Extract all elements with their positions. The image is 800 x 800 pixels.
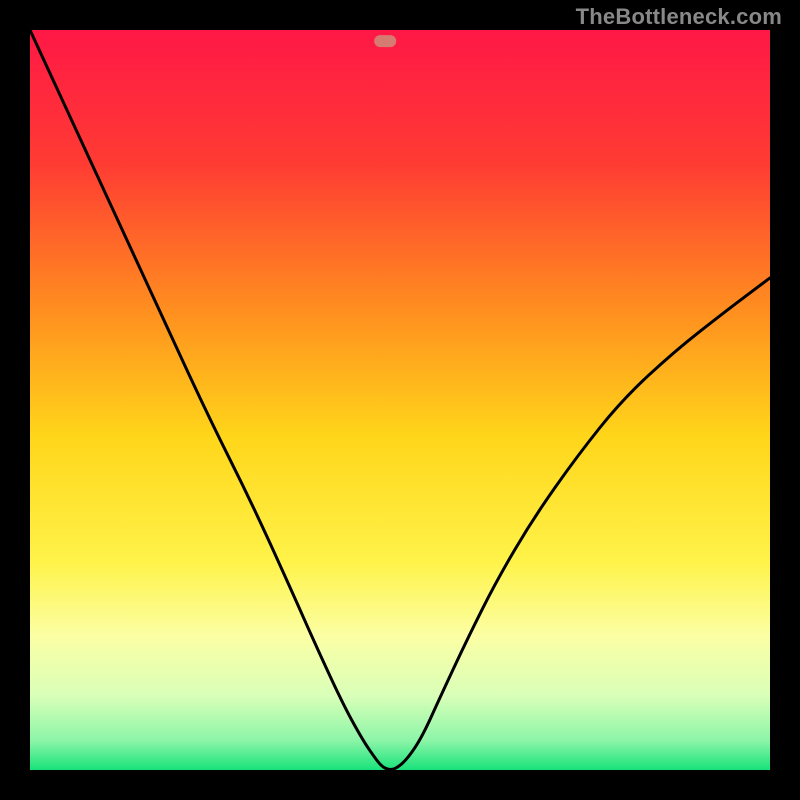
bottleneck-chart (30, 30, 770, 770)
chart-frame: TheBottleneck.com (0, 0, 800, 800)
watermark-text: TheBottleneck.com (576, 4, 782, 30)
gradient-background (30, 30, 770, 770)
optimal-marker (374, 35, 396, 47)
